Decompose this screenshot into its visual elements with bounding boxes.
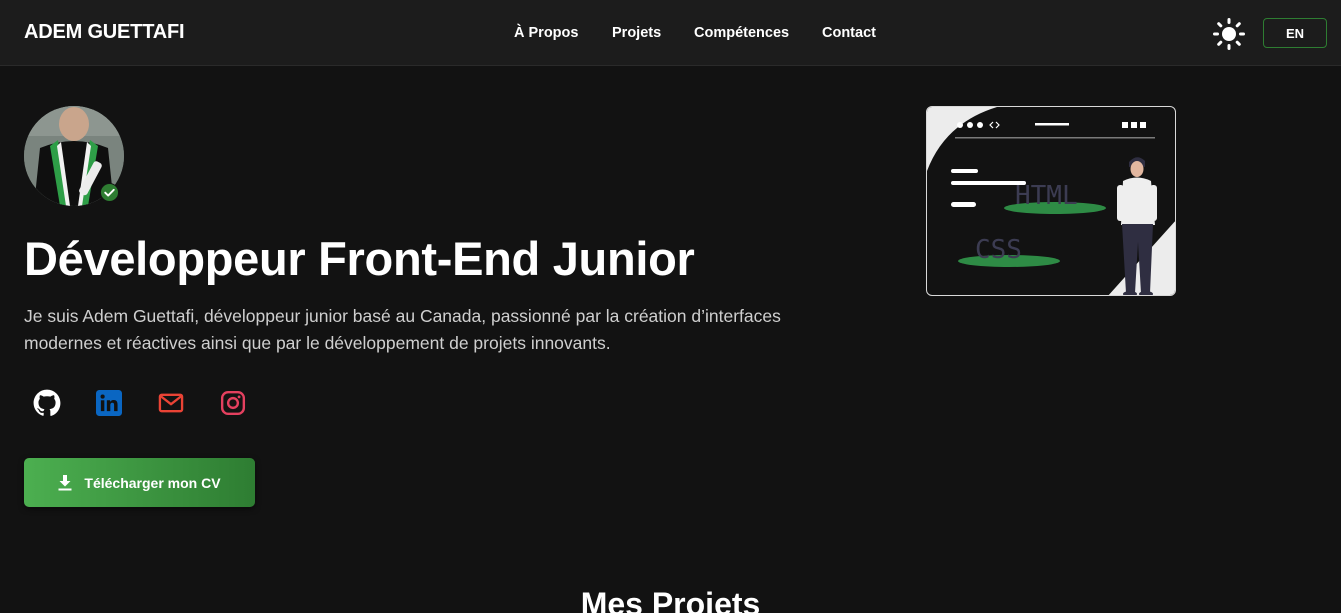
site-header: ADEM GUETTAFI À Propos Projets Compétenc… (0, 0, 1341, 66)
check-circle-icon (100, 183, 119, 202)
download-cv-label: Télécharger mon CV (84, 474, 221, 491)
html-label: HTML (1015, 181, 1078, 211)
mail-icon (158, 393, 184, 413)
linkedin-icon (96, 390, 122, 416)
projects-section-title: Mes Projets (580, 586, 761, 613)
nav-item-competences[interactable]: Compétences (694, 25, 789, 41)
nav-item-projets[interactable]: Projets (612, 25, 661, 41)
instagram-icon (220, 390, 246, 416)
linkedin-link[interactable] (93, 387, 125, 419)
download-icon (58, 474, 72, 490)
hero-title: Développeur Front-End Junior (24, 232, 695, 285)
sun-icon (1213, 18, 1245, 50)
hero-description: Je suis Adem Guettafi, développeur junio… (24, 306, 781, 353)
nav-item-contact[interactable]: Contact (822, 25, 876, 41)
github-link[interactable] (31, 387, 63, 419)
mail-link[interactable] (155, 387, 187, 419)
download-cv-button[interactable]: Télécharger mon CV (24, 458, 255, 507)
hero-illustration: HTML CSS (926, 106, 1176, 296)
github-icon (33, 389, 61, 416)
nav-item-apropos[interactable]: À Propos (514, 25, 578, 41)
language-toggle-button[interactable]: EN (1263, 18, 1327, 48)
instagram-link[interactable] (217, 387, 249, 419)
main-nav: À Propos Projets Compétences Contact (0, 25, 1341, 45)
css-label: CSS (975, 235, 1022, 265)
theme-toggle-button[interactable] (1212, 17, 1246, 51)
